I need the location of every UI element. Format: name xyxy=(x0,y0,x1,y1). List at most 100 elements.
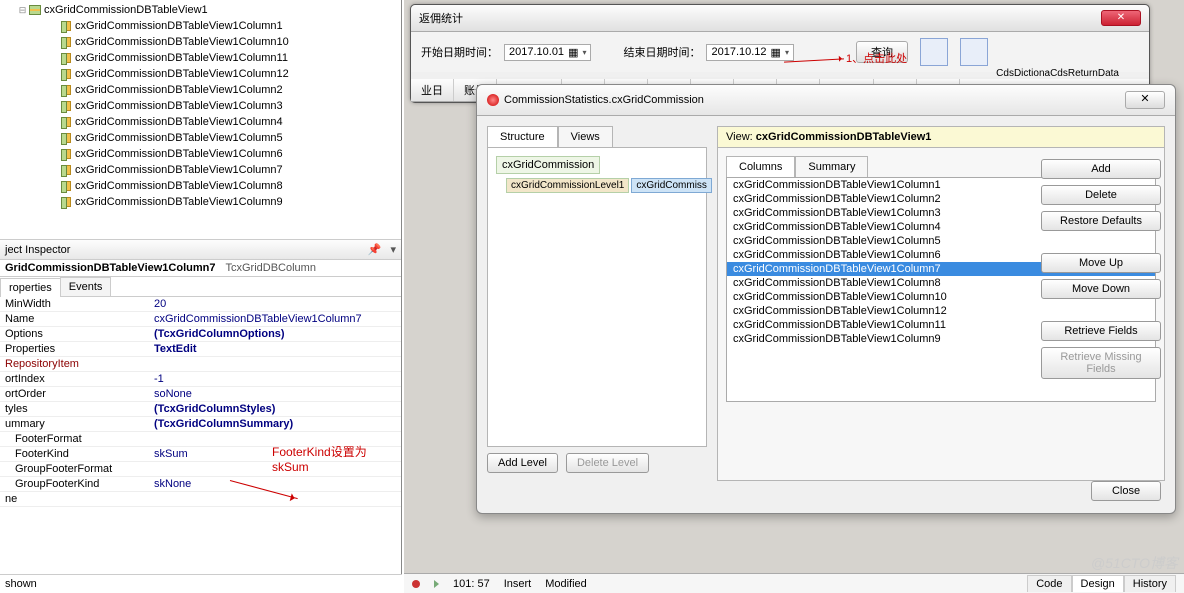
dataset-labels: CdsDictionaCdsReturnData xyxy=(411,68,1149,79)
pin-icon[interactable]: 📌 xyxy=(368,244,382,256)
tree-item[interactable]: cxGridCommissionDBTableView1Column8 xyxy=(2,178,399,194)
column-icon xyxy=(60,196,72,208)
play-icon[interactable] xyxy=(434,580,439,588)
move-up-button[interactable]: Move Up xyxy=(1041,253,1161,273)
close-button[interactable]: Close xyxy=(1091,481,1161,501)
form-toolbar: 开始日期时间： 2017.10.01 ▦▾ 结束日期时间： 2017.10.12… xyxy=(411,32,1149,72)
start-date-label: 开始日期时间： xyxy=(421,44,498,60)
column-icon xyxy=(60,164,72,176)
tree-item-label: cxGridCommissionDBTableView1Column11 xyxy=(75,52,288,64)
structure-tree[interactable]: ⊟ cxGridCommissionDBTableView1 cxGridCom… xyxy=(0,0,401,240)
grid-icon xyxy=(29,4,41,16)
column-icon xyxy=(60,20,72,32)
tab-events[interactable]: Events xyxy=(60,277,112,296)
calendar-icon[interactable]: ▦ xyxy=(771,46,781,59)
column-icon xyxy=(60,180,72,192)
form-close-button[interactable]: ✕ xyxy=(1101,10,1141,26)
editor-title-text: CommissionStatistics.cxGridCommission xyxy=(504,94,704,106)
delete-button[interactable]: Delete xyxy=(1041,185,1161,205)
column-icon xyxy=(60,116,72,128)
column-icon xyxy=(60,100,72,112)
property-grid[interactable]: MinWidth20 NamecxGridCommissionDBTableVi… xyxy=(0,297,401,507)
calendar-icon[interactable]: ▦ xyxy=(568,46,578,59)
tree-item-label: cxGridCommissionDBTableView1Column3 xyxy=(75,100,283,112)
cursor-position: 101: 57 xyxy=(453,578,490,590)
column-icon xyxy=(60,52,72,64)
tree-item[interactable]: cxGridCommissionDBTableView1Column7 xyxy=(2,162,399,178)
form-titlebar[interactable]: 返佣统计 ✕ xyxy=(411,5,1149,32)
tab-summary[interactable]: Summary xyxy=(795,156,868,177)
inspector-tabs: roperties Events xyxy=(0,277,401,297)
retrieve-fields-button[interactable]: Retrieve Fields xyxy=(1041,321,1161,341)
retrieve-missing-button[interactable]: Retrieve Missing Fields xyxy=(1041,347,1161,379)
tab-views[interactable]: Views xyxy=(558,126,613,147)
tree-item-label: cxGridCommissionDBTableView1Column2 xyxy=(75,84,283,96)
tab-structure[interactable]: Structure xyxy=(487,126,558,147)
tree-item[interactable]: cxGridCommissionDBTableView1Column1 xyxy=(2,18,399,34)
record-icon[interactable] xyxy=(412,580,420,588)
editor-titlebar[interactable]: CommissionStatistics.cxGridCommission ✕ xyxy=(477,85,1175,116)
struct-root[interactable]: cxGridCommission xyxy=(496,156,600,174)
app-icon xyxy=(487,94,499,106)
tree-item[interactable]: cxGridCommissionDBTableView1Column5 xyxy=(2,130,399,146)
left-panel: ⊟ cxGridCommissionDBTableView1 cxGridCom… xyxy=(0,0,402,593)
tree-item[interactable]: cxGridCommissionDBTableView1Column4 xyxy=(2,114,399,130)
tree-root-label: cxGridCommissionDBTableView1 xyxy=(44,4,208,16)
tree-item-label: cxGridCommissionDBTableView1Column10 xyxy=(75,36,289,48)
tree-root[interactable]: ⊟ cxGridCommissionDBTableView1 xyxy=(2,2,399,18)
annotation-click-here: 1、点击此处 xyxy=(846,50,907,66)
dropdown-icon[interactable]: ▾ xyxy=(390,244,396,256)
annotation-footerkind: FooterKind设置为skSum xyxy=(272,443,401,474)
tree-item[interactable]: cxGridCommissionDBTableView1Column12 xyxy=(2,66,399,82)
dataset-icon-2[interactable] xyxy=(960,38,988,66)
tree-item-label: cxGridCommissionDBTableView1Column8 xyxy=(75,180,283,192)
move-down-button[interactable]: Move Down xyxy=(1041,279,1161,299)
tab-code[interactable]: Code xyxy=(1027,575,1071,592)
tree-item-label: cxGridCommissionDBTableView1Column6 xyxy=(75,148,283,160)
column-icon xyxy=(60,132,72,144)
view-header: View: cxGridCommissionDBTableView1 xyxy=(717,126,1165,147)
object-selector[interactable]: GridCommissionDBTableView1Column7 TcxGri… xyxy=(0,260,401,277)
restore-defaults-button[interactable]: Restore Defaults xyxy=(1041,211,1161,231)
editor-view-tabs: Code Design History xyxy=(1027,575,1176,592)
struct-view[interactable]: cxGridCommiss xyxy=(631,178,712,193)
add-button[interactable]: Add xyxy=(1041,159,1161,179)
tree-item-label: cxGridCommissionDBTableView1Column7 xyxy=(75,164,283,176)
column-icon xyxy=(60,148,72,160)
collapse-icon[interactable]: ⊟ xyxy=(18,6,27,15)
end-date-input[interactable]: 2017.10.12 ▦▾ xyxy=(706,44,793,61)
inspector-title: ject Inspector xyxy=(5,244,70,256)
tree-item-label: cxGridCommissionDBTableView1Column9 xyxy=(75,196,283,208)
start-date-input[interactable]: 2017.10.01 ▦▾ xyxy=(504,44,591,61)
struct-level[interactable]: cxGridCommissionLevel1 xyxy=(506,178,629,193)
watermark: @51CTO博客 xyxy=(1091,553,1178,573)
tree-item-label: cxGridCommissionDBTableView1Column4 xyxy=(75,116,283,128)
end-date-label: 结束日期时间： xyxy=(623,44,700,60)
dataset-icon-1[interactable] xyxy=(920,38,948,66)
tree-item[interactable]: cxGridCommissionDBTableView1Column6 xyxy=(2,146,399,162)
ide-statusbar: 101: 57 Insert Modified Code Design Hist… xyxy=(404,573,1184,593)
column-icon xyxy=(60,84,72,96)
tab-properties[interactable]: roperties xyxy=(0,278,61,297)
inspector-footer: shown xyxy=(0,574,402,593)
structure-panel[interactable]: cxGridCommission cxGridCommissionLevel1 … xyxy=(487,147,707,447)
tab-columns[interactable]: Columns xyxy=(726,156,795,177)
grid-column-header[interactable]: 业日 xyxy=(411,79,454,101)
insert-mode: Insert xyxy=(504,578,532,590)
form-title-text: 返佣统计 xyxy=(419,10,463,26)
grid-editor-dialog: CommissionStatistics.cxGridCommission ✕ … xyxy=(476,84,1176,514)
tree-item[interactable]: cxGridCommissionDBTableView1Column3 xyxy=(2,98,399,114)
tree-item[interactable]: cxGridCommissionDBTableView1Column2 xyxy=(2,82,399,98)
tree-item-label: cxGridCommissionDBTableView1Column12 xyxy=(75,68,289,80)
tree-item[interactable]: cxGridCommissionDBTableView1Column9 xyxy=(2,194,399,210)
designer-area: 返佣统计 ✕ 开始日期时间： 2017.10.01 ▦▾ 结束日期时间： 201… xyxy=(404,0,1184,593)
editor-close-button[interactable]: ✕ xyxy=(1125,91,1165,109)
tab-history[interactable]: History xyxy=(1124,575,1176,592)
add-level-button[interactable]: Add Level xyxy=(487,453,558,473)
tree-item[interactable]: cxGridCommissionDBTableView1Column10 xyxy=(2,34,399,50)
tab-design[interactable]: Design xyxy=(1072,575,1124,592)
column-icon xyxy=(60,36,72,48)
tree-item[interactable]: cxGridCommissionDBTableView1Column11 xyxy=(2,50,399,66)
delete-level-button[interactable]: Delete Level xyxy=(566,453,649,473)
selected-object-type: TcxGridDBColumn xyxy=(225,262,315,274)
